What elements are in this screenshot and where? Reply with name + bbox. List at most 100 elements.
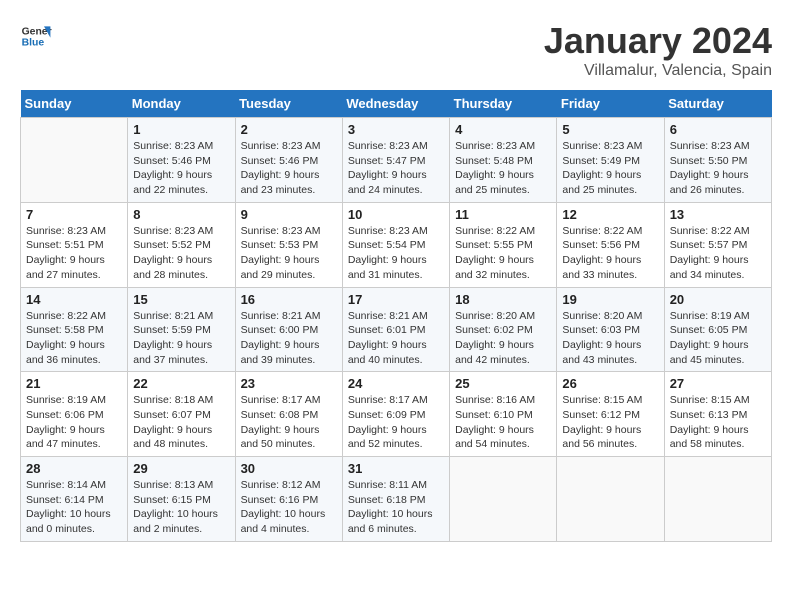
day-cell: 24 Sunrise: 8:17 AM Sunset: 6:09 PM Dayli… — [342, 372, 449, 457]
day-cell: 15Sunrise: 8:21 AM Sunset: 5:59 PM Dayli… — [128, 287, 235, 372]
day-cell: 30 Sunrise: 8:12 AM Sunset: 6:16 PM Dayli… — [235, 457, 342, 542]
day-cell: 22 Sunrise: 8:18 AM Sunset: 6:07 PM Dayli… — [128, 372, 235, 457]
day-cell — [557, 457, 664, 542]
day-cell: 7 Sunrise: 8:23 AM Sunset: 5:51 PM Daylig… — [21, 202, 128, 287]
page-header: General Blue January 2024 Villamalur, Va… — [20, 20, 772, 80]
day-number: 1 — [133, 122, 229, 137]
day-cell: 2 Sunrise: 8:23 AM Sunset: 5:46 PM Daylig… — [235, 118, 342, 203]
day-info: Sunrise: 8:17 AM Sunset: 6:09 PM Dayligh… — [348, 393, 444, 452]
day-info: Sunrise: 8:18 AM Sunset: 6:07 PM Dayligh… — [133, 393, 229, 452]
day-info: Sunrise: 8:23 AM Sunset: 5:51 PM Dayligh… — [26, 224, 122, 283]
day-info: Sunrise: 8:12 AM Sunset: 6:16 PM Dayligh… — [241, 478, 337, 537]
day-info: Sunrise: 8:23 AM Sunset: 5:47 PM Dayligh… — [348, 139, 444, 198]
day-info: Sunrise: 8:23 AM Sunset: 5:54 PM Dayligh… — [348, 224, 444, 283]
day-number: 14 — [26, 292, 122, 307]
day-info: Sunrise: 8:23 AM Sunset: 5:46 PM Dayligh… — [133, 139, 229, 198]
day-cell: 12Sunrise: 8:22 AM Sunset: 5:56 PM Dayli… — [557, 202, 664, 287]
day-cell: 4 Sunrise: 8:23 AM Sunset: 5:48 PM Daylig… — [450, 118, 557, 203]
day-info: Sunrise: 8:15 AM Sunset: 6:13 PM Dayligh… — [670, 393, 766, 452]
header-cell-friday: Friday — [557, 90, 664, 118]
day-cell: 26 Sunrise: 8:15 AM Sunset: 6:12 PM Dayli… — [557, 372, 664, 457]
day-cell: 27 Sunrise: 8:15 AM Sunset: 6:13 PM Dayli… — [664, 372, 771, 457]
day-number: 20 — [670, 292, 766, 307]
day-cell: 17Sunrise: 8:21 AM Sunset: 6:01 PM Dayli… — [342, 287, 449, 372]
day-cell — [21, 118, 128, 203]
day-info: Sunrise: 8:23 AM Sunset: 5:48 PM Dayligh… — [455, 139, 551, 198]
day-number: 29 — [133, 461, 229, 476]
day-info: Sunrise: 8:17 AM Sunset: 6:08 PM Dayligh… — [241, 393, 337, 452]
logo: General Blue — [20, 20, 52, 52]
day-info: Sunrise: 8:22 AM Sunset: 5:58 PM Dayligh… — [26, 309, 122, 368]
day-info: Sunrise: 8:22 AM Sunset: 5:55 PM Dayligh… — [455, 224, 551, 283]
day-info: Sunrise: 8:22 AM Sunset: 5:56 PM Dayligh… — [562, 224, 658, 283]
day-number: 3 — [348, 122, 444, 137]
day-number: 28 — [26, 461, 122, 476]
day-cell: 11 Sunrise: 8:22 AM Sunset: 5:55 PM Dayli… — [450, 202, 557, 287]
day-number: 11 — [455, 207, 551, 222]
day-cell: 21Sunrise: 8:19 AM Sunset: 6:06 PM Dayli… — [21, 372, 128, 457]
day-cell: 5 Sunrise: 8:23 AM Sunset: 5:49 PM Daylig… — [557, 118, 664, 203]
day-info: Sunrise: 8:11 AM Sunset: 6:18 PM Dayligh… — [348, 478, 444, 537]
header-cell-sunday: Sunday — [21, 90, 128, 118]
day-number: 27 — [670, 376, 766, 391]
header-cell-tuesday: Tuesday — [235, 90, 342, 118]
day-info: Sunrise: 8:14 AM Sunset: 6:14 PM Dayligh… — [26, 478, 122, 537]
day-info: Sunrise: 8:23 AM Sunset: 5:50 PM Dayligh… — [670, 139, 766, 198]
day-number: 5 — [562, 122, 658, 137]
day-info: Sunrise: 8:19 AM Sunset: 6:06 PM Dayligh… — [26, 393, 122, 452]
day-cell — [450, 457, 557, 542]
day-info: Sunrise: 8:20 AM Sunset: 6:03 PM Dayligh… — [562, 309, 658, 368]
header-cell-saturday: Saturday — [664, 90, 771, 118]
day-info: Sunrise: 8:13 AM Sunset: 6:15 PM Dayligh… — [133, 478, 229, 537]
day-cell: 23 Sunrise: 8:17 AM Sunset: 6:08 PM Dayli… — [235, 372, 342, 457]
calendar-table: SundayMondayTuesdayWednesdayThursdayFrid… — [20, 90, 772, 542]
day-number: 23 — [241, 376, 337, 391]
day-info: Sunrise: 8:23 AM Sunset: 5:46 PM Dayligh… — [241, 139, 337, 198]
day-number: 25 — [455, 376, 551, 391]
week-row: 28 Sunrise: 8:14 AM Sunset: 6:14 PM Dayli… — [21, 457, 772, 542]
logo-icon: General Blue — [20, 20, 52, 52]
day-number: 16 — [241, 292, 337, 307]
day-info: Sunrise: 8:23 AM Sunset: 5:53 PM Dayligh… — [241, 224, 337, 283]
day-number: 10 — [348, 207, 444, 222]
day-cell: 1 Sunrise: 8:23 AM Sunset: 5:46 PM Daylig… — [128, 118, 235, 203]
calendar-subtitle: Villamalur, Valencia, Spain — [544, 62, 772, 80]
week-row: 1 Sunrise: 8:23 AM Sunset: 5:46 PM Daylig… — [21, 118, 772, 203]
header-cell-wednesday: Wednesday — [342, 90, 449, 118]
day-number: 2 — [241, 122, 337, 137]
day-info: Sunrise: 8:22 AM Sunset: 5:57 PM Dayligh… — [670, 224, 766, 283]
day-number: 7 — [26, 207, 122, 222]
calendar-title: January 2024 — [544, 20, 772, 62]
day-cell — [664, 457, 771, 542]
day-number: 4 — [455, 122, 551, 137]
day-number: 13 — [670, 207, 766, 222]
day-cell: 8Sunrise: 8:23 AM Sunset: 5:52 PM Daylig… — [128, 202, 235, 287]
day-number: 30 — [241, 461, 337, 476]
header-cell-thursday: Thursday — [450, 90, 557, 118]
day-cell: 14 Sunrise: 8:22 AM Sunset: 5:58 PM Dayli… — [21, 287, 128, 372]
week-row: 14 Sunrise: 8:22 AM Sunset: 5:58 PM Dayli… — [21, 287, 772, 372]
day-number: 6 — [670, 122, 766, 137]
day-number: 18 — [455, 292, 551, 307]
day-cell: 19Sunrise: 8:20 AM Sunset: 6:03 PM Dayli… — [557, 287, 664, 372]
day-cell: 9Sunrise: 8:23 AM Sunset: 5:53 PM Daylig… — [235, 202, 342, 287]
day-number: 22 — [133, 376, 229, 391]
header-row: SundayMondayTuesdayWednesdayThursdayFrid… — [21, 90, 772, 118]
day-cell: 31 Sunrise: 8:11 AM Sunset: 6:18 PM Dayli… — [342, 457, 449, 542]
day-cell: 3 Sunrise: 8:23 AM Sunset: 5:47 PM Daylig… — [342, 118, 449, 203]
day-info: Sunrise: 8:19 AM Sunset: 6:05 PM Dayligh… — [670, 309, 766, 368]
day-cell: 16Sunrise: 8:21 AM Sunset: 6:00 PM Dayli… — [235, 287, 342, 372]
week-row: 21Sunrise: 8:19 AM Sunset: 6:06 PM Dayli… — [21, 372, 772, 457]
header-cell-monday: Monday — [128, 90, 235, 118]
day-info: Sunrise: 8:23 AM Sunset: 5:49 PM Dayligh… — [562, 139, 658, 198]
day-info: Sunrise: 8:15 AM Sunset: 6:12 PM Dayligh… — [562, 393, 658, 452]
day-cell: 25Sunrise: 8:16 AM Sunset: 6:10 PM Dayli… — [450, 372, 557, 457]
day-info: Sunrise: 8:21 AM Sunset: 6:01 PM Dayligh… — [348, 309, 444, 368]
day-info: Sunrise: 8:23 AM Sunset: 5:52 PM Dayligh… — [133, 224, 229, 283]
day-number: 24 — [348, 376, 444, 391]
day-number: 31 — [348, 461, 444, 476]
day-cell: 13 Sunrise: 8:22 AM Sunset: 5:57 PM Dayli… — [664, 202, 771, 287]
day-number: 26 — [562, 376, 658, 391]
day-info: Sunrise: 8:20 AM Sunset: 6:02 PM Dayligh… — [455, 309, 551, 368]
week-row: 7 Sunrise: 8:23 AM Sunset: 5:51 PM Daylig… — [21, 202, 772, 287]
